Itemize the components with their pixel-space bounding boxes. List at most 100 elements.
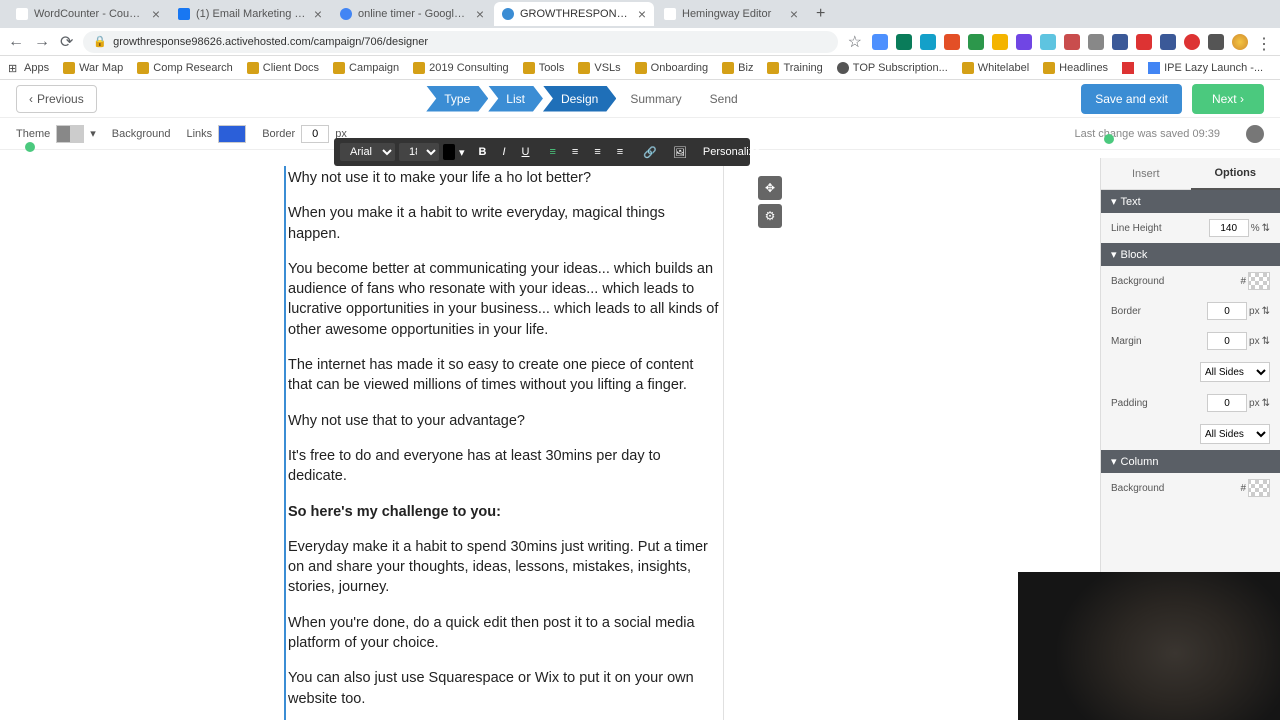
bookmark[interactable]: TOP Subscription... (837, 62, 948, 74)
step-list[interactable]: List (488, 86, 543, 112)
margin-sides-select[interactable]: All Sides (1200, 362, 1270, 382)
bookmark[interactable]: Headlines (1043, 62, 1108, 74)
font-color-picker[interactable] (443, 144, 455, 160)
theme-picker[interactable] (56, 125, 84, 143)
extension-icon[interactable] (872, 34, 888, 50)
extension-icon[interactable] (1088, 34, 1104, 50)
section-column[interactable]: ▾Column (1101, 450, 1280, 473)
menu-icon[interactable]: ⋮ (1256, 34, 1272, 50)
bg-color-picker[interactable] (1248, 272, 1270, 290)
line-height-input[interactable] (1209, 219, 1249, 237)
bookmark[interactable]: ⊞Apps (8, 62, 49, 74)
save-exit-button[interactable]: Save and exit (1081, 84, 1182, 114)
stepper-icon[interactable]: ⇅ (1262, 336, 1270, 347)
extension-icon[interactable] (1040, 34, 1056, 50)
image-button[interactable]: 🖼 (667, 144, 693, 161)
column-bg-picker[interactable] (1248, 479, 1270, 497)
extension-icon[interactable] (1112, 34, 1128, 50)
step-send[interactable]: Send (696, 86, 752, 112)
back-button[interactable]: ← (8, 33, 24, 51)
paragraph[interactable]: The internet has made it so easy to crea… (288, 355, 721, 396)
close-icon[interactable]: × (638, 6, 646, 22)
paragraph[interactable]: You can also just use Squarespace or Wix… (288, 668, 721, 709)
paragraph[interactable]: Why not use it to make your life a ho lo… (288, 168, 721, 188)
paragraph[interactable]: Why not use that to your advantage? (288, 411, 721, 431)
bookmark[interactable]: Training (767, 62, 822, 74)
italic-button[interactable]: I (496, 144, 511, 160)
url-input[interactable]: 🔒 growthresponse98626.activehosted.com/c… (83, 31, 837, 53)
tab-options[interactable]: Options (1191, 158, 1280, 190)
chevron-down-icon[interactable]: ▾ (459, 146, 465, 159)
section-block[interactable]: ▾Block (1101, 243, 1280, 266)
border-input[interactable] (1207, 302, 1247, 320)
step-design[interactable]: Design (543, 86, 616, 112)
align-justify-button[interactable]: ≡ (611, 144, 629, 160)
bold-button[interactable]: B (473, 144, 493, 160)
extension-icon[interactable] (992, 34, 1008, 50)
chevron-down-icon[interactable]: ▾ (90, 127, 96, 140)
bookmark[interactable]: VSLs (578, 62, 620, 74)
stepper-icon[interactable]: ⇅ (1262, 223, 1270, 234)
step-type[interactable]: Type (426, 86, 488, 112)
bookmark[interactable]: War Map (63, 62, 123, 74)
email-body[interactable]: Why not use it to make your life a ho lo… (284, 166, 724, 720)
close-icon[interactable]: × (476, 6, 484, 22)
font-size-select[interactable]: 18 (399, 143, 439, 161)
bookmark[interactable]: 2019 Consulting (413, 62, 509, 74)
link-button[interactable]: 🔗 (637, 144, 663, 161)
personalize-button[interactable]: Personalize (697, 144, 766, 160)
align-center-button[interactable]: ≡ (566, 144, 584, 160)
stepper-icon[interactable]: ⇅ (1262, 306, 1270, 317)
links-color[interactable] (218, 125, 246, 143)
stepper-icon[interactable]: ⇅ (1262, 398, 1270, 409)
close-icon[interactable]: × (790, 6, 798, 22)
paragraph[interactable]: Everyday make it a habit to spend 30mins… (288, 537, 721, 598)
chevron-down-icon[interactable]: ▾ (770, 146, 776, 159)
browser-tab[interactable]: (1) Email Marketing Rainmake× (170, 2, 330, 26)
next-button[interactable]: Next › (1192, 84, 1264, 114)
close-icon[interactable]: × (152, 6, 160, 22)
bookmark[interactable]: Comp Research (137, 62, 232, 74)
browser-tab[interactable]: Hemingway Editor× (656, 2, 806, 26)
align-right-button[interactable]: ≡ (588, 144, 606, 160)
bookmark[interactable] (1122, 62, 1134, 74)
extension-icon[interactable] (1064, 34, 1080, 50)
reload-button[interactable]: ⟳ (60, 32, 73, 52)
new-tab-button[interactable]: + (816, 5, 825, 23)
extension-icon[interactable] (1184, 34, 1200, 50)
padding-sides-select[interactable]: All Sides (1200, 424, 1270, 444)
underline-button[interactable]: U (516, 144, 536, 160)
tab-insert[interactable]: Insert (1101, 158, 1191, 190)
extension-icon[interactable] (1136, 34, 1152, 50)
bookmark[interactable]: IPE Lazy Launch -... (1148, 62, 1263, 74)
close-icon[interactable]: × (314, 6, 322, 22)
section-text[interactable]: ▾Text (1101, 190, 1280, 213)
gear-icon[interactable] (1246, 125, 1264, 143)
align-left-button[interactable]: ≡ (544, 144, 562, 160)
browser-tab-active[interactable]: GROWTHRESPONSE98626 E× (494, 2, 654, 26)
bookmark[interactable]: Tools (523, 62, 565, 74)
step-summary[interactable]: Summary (616, 86, 695, 112)
move-icon[interactable]: ✥ (758, 176, 782, 200)
previous-button[interactable]: ‹Previous (16, 85, 97, 113)
bookmark[interactable]: Whitelabel (962, 62, 1029, 74)
profile-avatar[interactable] (1232, 34, 1248, 50)
extension-icon[interactable] (1160, 34, 1176, 50)
extension-icon[interactable] (920, 34, 936, 50)
paragraph[interactable]: When you're done, do a quick edit then p… (288, 613, 721, 654)
extension-icon[interactable] (1016, 34, 1032, 50)
bookmark[interactable]: Client Docs (247, 62, 319, 74)
gear-icon[interactable]: ⚙ (758, 204, 782, 228)
browser-tab[interactable]: online timer - Google Search× (332, 2, 492, 26)
paragraph[interactable]: When you make it a habit to write everyd… (288, 203, 721, 244)
margin-input[interactable] (1207, 332, 1247, 350)
star-icon[interactable]: ☆ (848, 32, 862, 52)
font-family-select[interactable]: Arial (340, 143, 395, 161)
bookmark[interactable]: Campaign (333, 62, 399, 74)
extension-icon[interactable] (896, 34, 912, 50)
padding-input[interactable] (1207, 394, 1247, 412)
puzzle-icon[interactable] (1208, 34, 1224, 50)
extension-icon[interactable] (968, 34, 984, 50)
bookmark[interactable]: Biz (722, 62, 753, 74)
paragraph[interactable]: You become better at communicating your … (288, 259, 721, 340)
